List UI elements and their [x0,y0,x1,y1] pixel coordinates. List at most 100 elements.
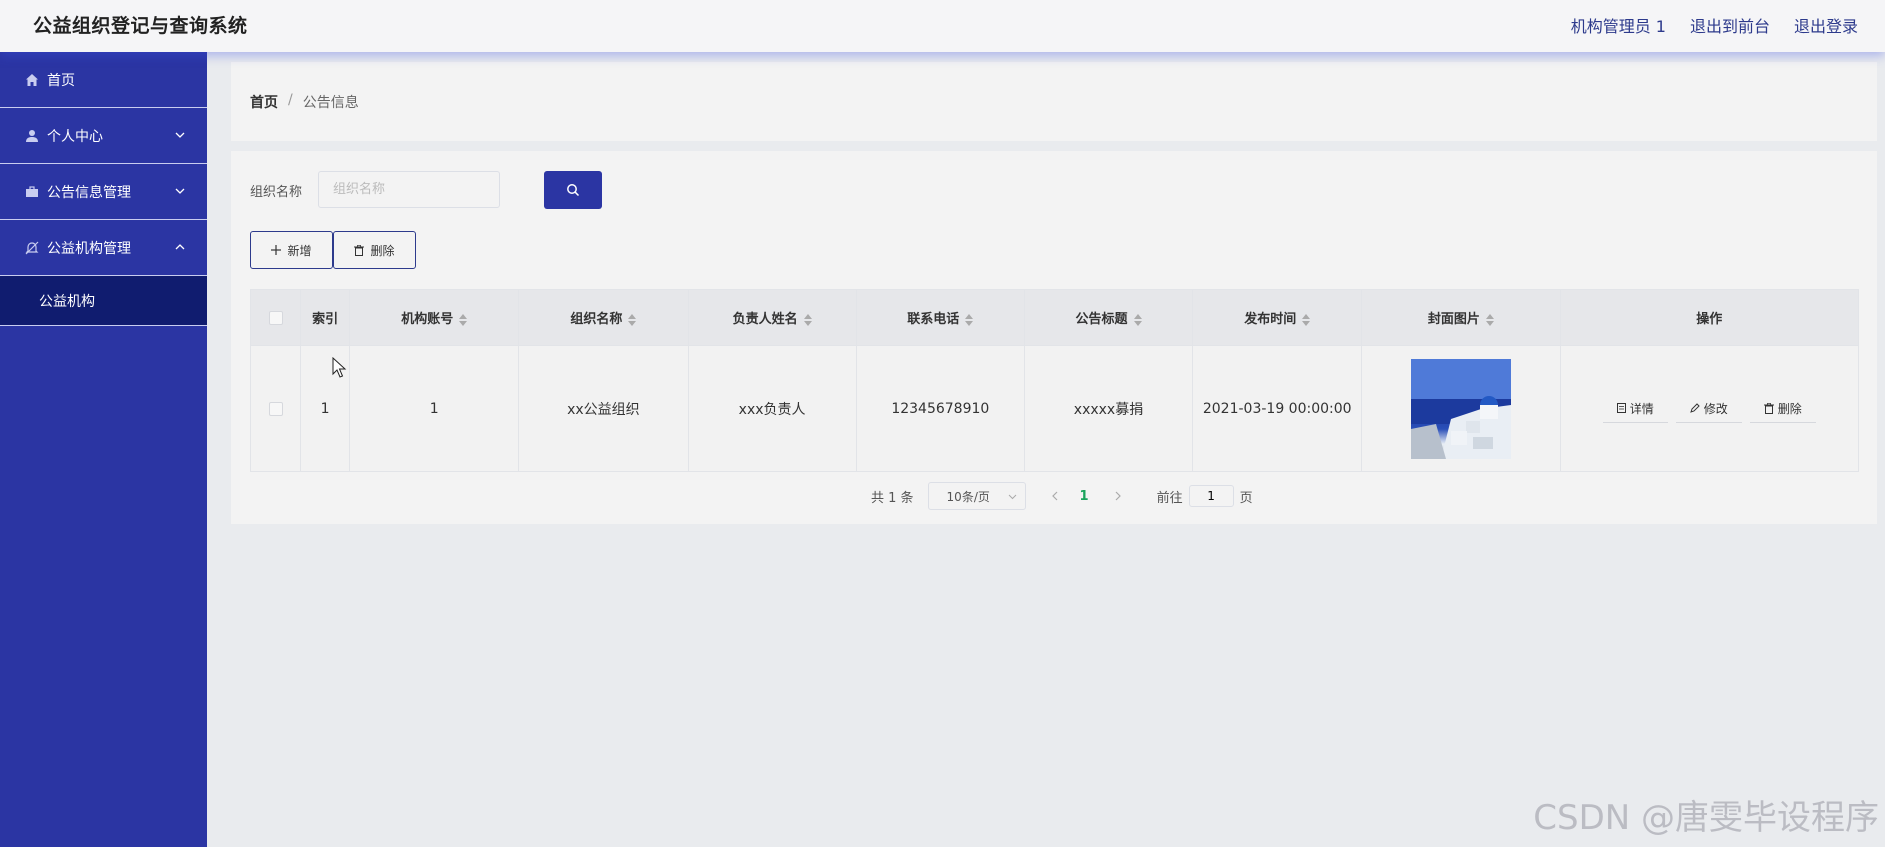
add-button[interactable]: 新增 [250,231,333,269]
briefcase-icon [24,184,40,200]
breadcrumb-current: 公告信息 [302,95,359,111]
sort-icon[interactable] [459,313,468,326]
app-title: 公益组织登记与查询系统 [33,15,248,37]
trash-icon [354,244,365,256]
column-header-label: 负责人姓名 [732,312,798,327]
chevron-up-icon [175,244,185,250]
sidebar-item-label: 公益机构管理 [47,240,131,257]
sort-icon[interactable] [803,313,812,326]
cell-leader: xxx负责人 [687,345,857,472]
top-bar: 公益组织登记与查询系统 机构管理员 1 退出到前台 退出登录 [0,0,1885,52]
row-actions: 详情 修改 删除 [1561,395,1858,423]
column-header-label: 联系电话 [907,312,960,327]
bell-off-icon [24,240,40,256]
sidebar-subitem-org[interactable]: 公益机构 [0,276,207,326]
user-icon [24,128,40,144]
cell-account: 1 [349,345,520,472]
column-header-index: 索引 [300,289,351,346]
search-label: 组织名称 [250,185,303,200]
cell-org-name: xx公益组织 [518,345,689,472]
cell-time: 2021-03-19 00:00:00 [1192,345,1363,472]
cell-cover [1361,345,1561,472]
search-button[interactable] [544,171,602,209]
column-header-label: 发布时间 [1244,312,1297,327]
page-number-current[interactable]: 1 [1080,489,1089,504]
goto-suffix: 页 [1239,490,1253,506]
row-delete-button[interactable]: 删除 [1749,395,1816,423]
page-size-select[interactable]: 10条/页 [927,482,1026,510]
search-input[interactable] [318,171,500,208]
breadcrumb-panel: 首页 / 公告信息 [231,62,1877,141]
cell-phone: 12345678910 [855,345,1025,472]
sort-icon[interactable] [1133,313,1142,326]
sort-icon[interactable] [965,313,974,326]
data-table: 索引 机构账号 组织名称 负责人姓名 联系电话 公告标题 发布时间 封面图片 操… [249,289,1860,472]
edit-button[interactable]: 修改 [1675,395,1742,423]
column-header-account[interactable]: 机构账号 [349,289,520,346]
column-header-label: 组织名称 [570,312,623,327]
select-all-cell [249,289,302,346]
column-header-label: 封面图片 [1427,312,1480,327]
breadcrumb-separator: / [288,92,293,108]
sidebar-item-label: 公告信息管理 [47,184,131,201]
column-header-label: 操作 [1696,312,1723,327]
sidebar-item-org-management[interactable]: 公益机构管理 [0,220,207,276]
row-delete-button-label: 删除 [1777,401,1802,416]
table-header-row: 索引 机构账号 组织名称 负责人姓名 联系电话 公告标题 发布时间 封面图片 操… [249,289,1860,346]
logout-link[interactable]: 退出登录 [1794,13,1858,37]
goto-page-input[interactable] [1188,485,1234,507]
pagination: 共 1 条 10条/页 1 前往 页 [871,482,1253,510]
plus-icon [271,245,282,255]
mouse-cursor-icon [332,357,347,378]
sort-icon[interactable] [628,313,637,326]
column-header-title[interactable]: 公告标题 [1023,289,1194,346]
cover-image[interactable] [1410,358,1511,459]
delete-button[interactable]: 删除 [333,231,416,269]
row-select-cell [249,345,302,472]
sort-icon[interactable] [1485,313,1494,326]
home-icon [24,72,40,88]
chevron-down-icon [175,188,185,194]
column-header-time[interactable]: 发布时间 [1192,289,1363,346]
header-links: 机构管理员 1 退出到前台 退出登录 [1571,13,1858,37]
column-header-label: 索引 [312,312,339,327]
breadcrumb: 首页 / 公告信息 [250,92,359,112]
edit-icon [1689,403,1700,413]
cell-title: xxxxx募捐 [1023,345,1194,472]
sidebar-item-label: 首页 [47,72,75,89]
column-header-phone[interactable]: 联系电话 [855,289,1025,346]
detail-button-label: 详情 [1629,401,1654,416]
column-header-cover[interactable]: 封面图片 [1361,289,1561,346]
sort-icon[interactable] [1302,313,1311,326]
column-header-leader[interactable]: 负责人姓名 [687,289,857,346]
sidebar-item-label: 个人中心 [47,128,103,145]
breadcrumb-home[interactable]: 首页 [250,92,278,112]
trash-icon [1763,402,1774,414]
sidebar-item-personal-center[interactable]: 个人中心 [0,108,207,164]
column-header-ops: 操作 [1559,289,1860,346]
goto-label: 前往 [1156,490,1183,506]
sidebar-item-home[interactable]: 首页 [0,52,207,108]
next-page-icon[interactable] [1113,490,1123,502]
delete-button-label: 删除 [370,243,395,258]
document-icon [1616,403,1626,413]
sidebar-item-notice-management[interactable]: 公告信息管理 [0,164,207,220]
exit-to-front-link[interactable]: 退出到前台 [1690,13,1770,37]
select-all-checkbox[interactable] [268,310,283,325]
prev-page-icon[interactable] [1050,490,1060,502]
column-header-label: 机构账号 [401,312,454,327]
search-icon [567,184,580,197]
page-size-value: 10条/页 [946,489,990,504]
table-row: 1 1 xx公益组织 xxx负责人 12345678910 xxxxx募捐 20… [249,345,1860,472]
column-header-org-name[interactable]: 组织名称 [518,289,689,346]
watermark: CSDN @唐雯毕设程序 [1533,798,1879,838]
edit-button-label: 修改 [1703,401,1728,416]
detail-button[interactable]: 详情 [1602,395,1668,423]
cell-ops: 详情 修改 删除 [1559,345,1860,472]
chevron-down-icon [1008,494,1016,500]
current-user-link[interactable]: 机构管理员 1 [1571,13,1666,37]
column-header-label: 公告标题 [1075,312,1128,327]
add-button-label: 新增 [287,243,312,258]
row-checkbox[interactable] [268,401,283,416]
chevron-down-icon [175,132,185,138]
